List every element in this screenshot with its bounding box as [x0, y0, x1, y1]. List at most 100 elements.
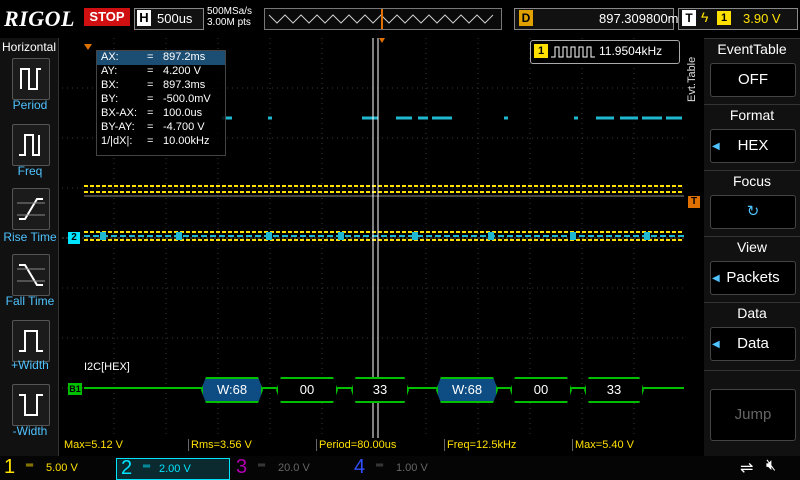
timebase-value: 500us: [157, 11, 193, 26]
channel-2-marker[interactable]: 2: [68, 232, 80, 244]
measurement-item[interactable]: Rms=3.56 V: [188, 439, 313, 451]
cursor-key: BX:: [101, 79, 119, 91]
speaker-muted-icon[interactable]: 🔇︎: [766, 457, 776, 475]
frequency-icon: [19, 134, 40, 156]
left-arrow-icon: ◀: [712, 141, 720, 152]
rise-time-icon: [17, 198, 45, 220]
menu-data[interactable]: Data Data ◀: [704, 302, 800, 365]
menu-focus[interactable]: Focus ↻: [704, 170, 800, 233]
cursor-key: BY:: [101, 93, 119, 105]
measurement-item[interactable]: Period=80.00us: [316, 439, 441, 451]
measurement-bar: Max=5.12 V Rms=3.56 V Period=80.00us Fre…: [62, 439, 684, 453]
left-arrow-icon: ◀: [712, 273, 720, 284]
frequency-counter[interactable]: 1 11.9504kHz: [530, 40, 680, 64]
trigger-channel: 1: [717, 11, 731, 25]
trigger-level: 3.90 V: [743, 11, 781, 26]
delay-display[interactable]: D 897.309800ms: [514, 8, 685, 30]
counter-value: 11.9504kHz: [599, 44, 663, 58]
channel-scale: 1.00 V: [396, 462, 428, 474]
positive-width-label: +Width: [11, 358, 49, 372]
panel-title: Horizontal: [2, 40, 57, 54]
channel-scale: 20.0 V: [278, 462, 310, 474]
rising-edge-icon: ϟ: [701, 9, 709, 25]
fall-time-button[interactable]: [12, 254, 50, 296]
cursor-key: AX:: [101, 51, 119, 63]
menu-title: Focus: [732, 173, 772, 189]
channel-4-status[interactable]: 4 ═ 1.00 V: [354, 456, 462, 478]
decode-packet-data[interactable]: 33: [584, 377, 644, 403]
bus-1-marker[interactable]: B1: [68, 383, 82, 395]
cursor-readout-table: AX: = 897.2ms AY: = 4.200 V BX: = 897.3ms BY: =…: [96, 50, 226, 156]
channel-number: 4: [354, 456, 366, 478]
measurement-item[interactable]: Max=5.12 V: [62, 439, 184, 451]
fall-time-label: Fall Time: [5, 294, 55, 308]
cursor-key: 1/|dX|:: [101, 135, 133, 147]
pulse-train-icon: [551, 46, 595, 58]
decode-packet-address[interactable]: W:68: [201, 377, 263, 403]
negative-width-button[interactable]: [12, 384, 50, 426]
delay-value: 897.309800ms: [599, 11, 686, 26]
decode-packet-address[interactable]: W:68: [436, 377, 498, 403]
dc-coupling-icon: ═: [26, 460, 34, 471]
measurement-item[interactable]: Freq=12.5kHz: [444, 439, 569, 451]
rise-time-button[interactable]: [12, 188, 50, 230]
fall-time-icon: [17, 264, 45, 286]
period-icon: [20, 68, 41, 90]
usb-icon: ⇌: [740, 460, 754, 477]
cursor-value: 4.200 V: [163, 65, 201, 77]
trigger-level-marker[interactable]: T: [688, 196, 700, 208]
menu-value: OFF: [710, 63, 796, 97]
menu-title: EventTable: [717, 41, 787, 57]
menu-title: Format: [729, 107, 775, 123]
positive-width-button[interactable]: [12, 320, 50, 362]
decode-packet-data[interactable]: 00: [510, 377, 572, 403]
event-table-tab[interactable]: Evt.Table: [686, 48, 702, 110]
counter-channel: 1: [534, 44, 548, 58]
rotate-knob-icon: ↻: [710, 195, 796, 229]
timebase-label: H: [137, 10, 151, 26]
cursor-value: 897.3ms: [163, 79, 206, 91]
negative-width-icon: [19, 394, 43, 416]
horizontal-timebase[interactable]: H 500us: [134, 8, 204, 30]
delay-label: D: [519, 10, 533, 26]
cursor-key: BX-AX:: [101, 107, 138, 119]
channel-2-status[interactable]: 2 ═ 2.00 V: [116, 457, 230, 480]
channel-3-status[interactable]: 3 ═ 20.0 V: [236, 456, 344, 478]
cursor-row: AY: = 4.200 V: [101, 65, 201, 77]
cursor-key: BY-AY:: [101, 121, 135, 133]
cursor-row: BX: = 897.3ms: [101, 79, 206, 91]
memory-depth: 3.00M pts: [207, 17, 251, 28]
cursor-value: 897.2ms: [163, 51, 206, 63]
cursor-value: 100.0us: [163, 107, 203, 119]
channel-number: 1: [4, 456, 16, 478]
rise-time-label: Rise Time: [3, 230, 57, 244]
menu-jump[interactable]: Jump: [704, 370, 800, 455]
menu-view[interactable]: View Packets ◀: [704, 236, 800, 299]
cursor-value: -4.700 V: [163, 121, 205, 133]
menu-value: Jump: [710, 389, 796, 441]
cursor-row: AX: = 897.2ms: [97, 51, 225, 65]
memory-overview-strip[interactable]: [264, 8, 502, 30]
measurement-item[interactable]: Max=5.40 V: [572, 439, 685, 451]
trigger-display[interactable]: T ϟ 1 3.90 V: [678, 8, 798, 30]
menu-value: HEX: [710, 129, 796, 163]
channel-1-status[interactable]: 1 ═ 5.00 V: [4, 456, 112, 478]
channel-status-bar: 1 ═ 5.00 V 2 ═ 2.00 V 3 ═ 20.0 V 4 ═ 1.0…: [0, 456, 800, 480]
negative-width-label: -Width: [12, 424, 48, 438]
decode-packet-data[interactable]: 33: [351, 377, 409, 403]
channel-scale: 2.00 V: [159, 463, 191, 475]
acquisition-info: 500MSa/s 3.00M pts: [207, 6, 252, 28]
menu-title: View: [736, 239, 768, 255]
channel-scale: 5.00 V: [46, 462, 78, 474]
menu-format[interactable]: Format HEX ◀: [704, 104, 800, 167]
trigger-label: T: [682, 10, 696, 26]
period-button[interactable]: [12, 58, 50, 100]
left-arrow-icon: ◀: [712, 339, 720, 350]
menu-title: Data: [737, 305, 767, 321]
menu-event-table[interactable]: EventTable OFF: [704, 38, 800, 101]
decode-packet-data[interactable]: 00: [276, 377, 338, 403]
memory-waveform-icon: [268, 9, 494, 29]
dc-coupling-icon: ═: [376, 460, 384, 471]
frequency-button[interactable]: [12, 124, 50, 166]
run-stop-indicator[interactable]: STOP: [84, 8, 130, 26]
